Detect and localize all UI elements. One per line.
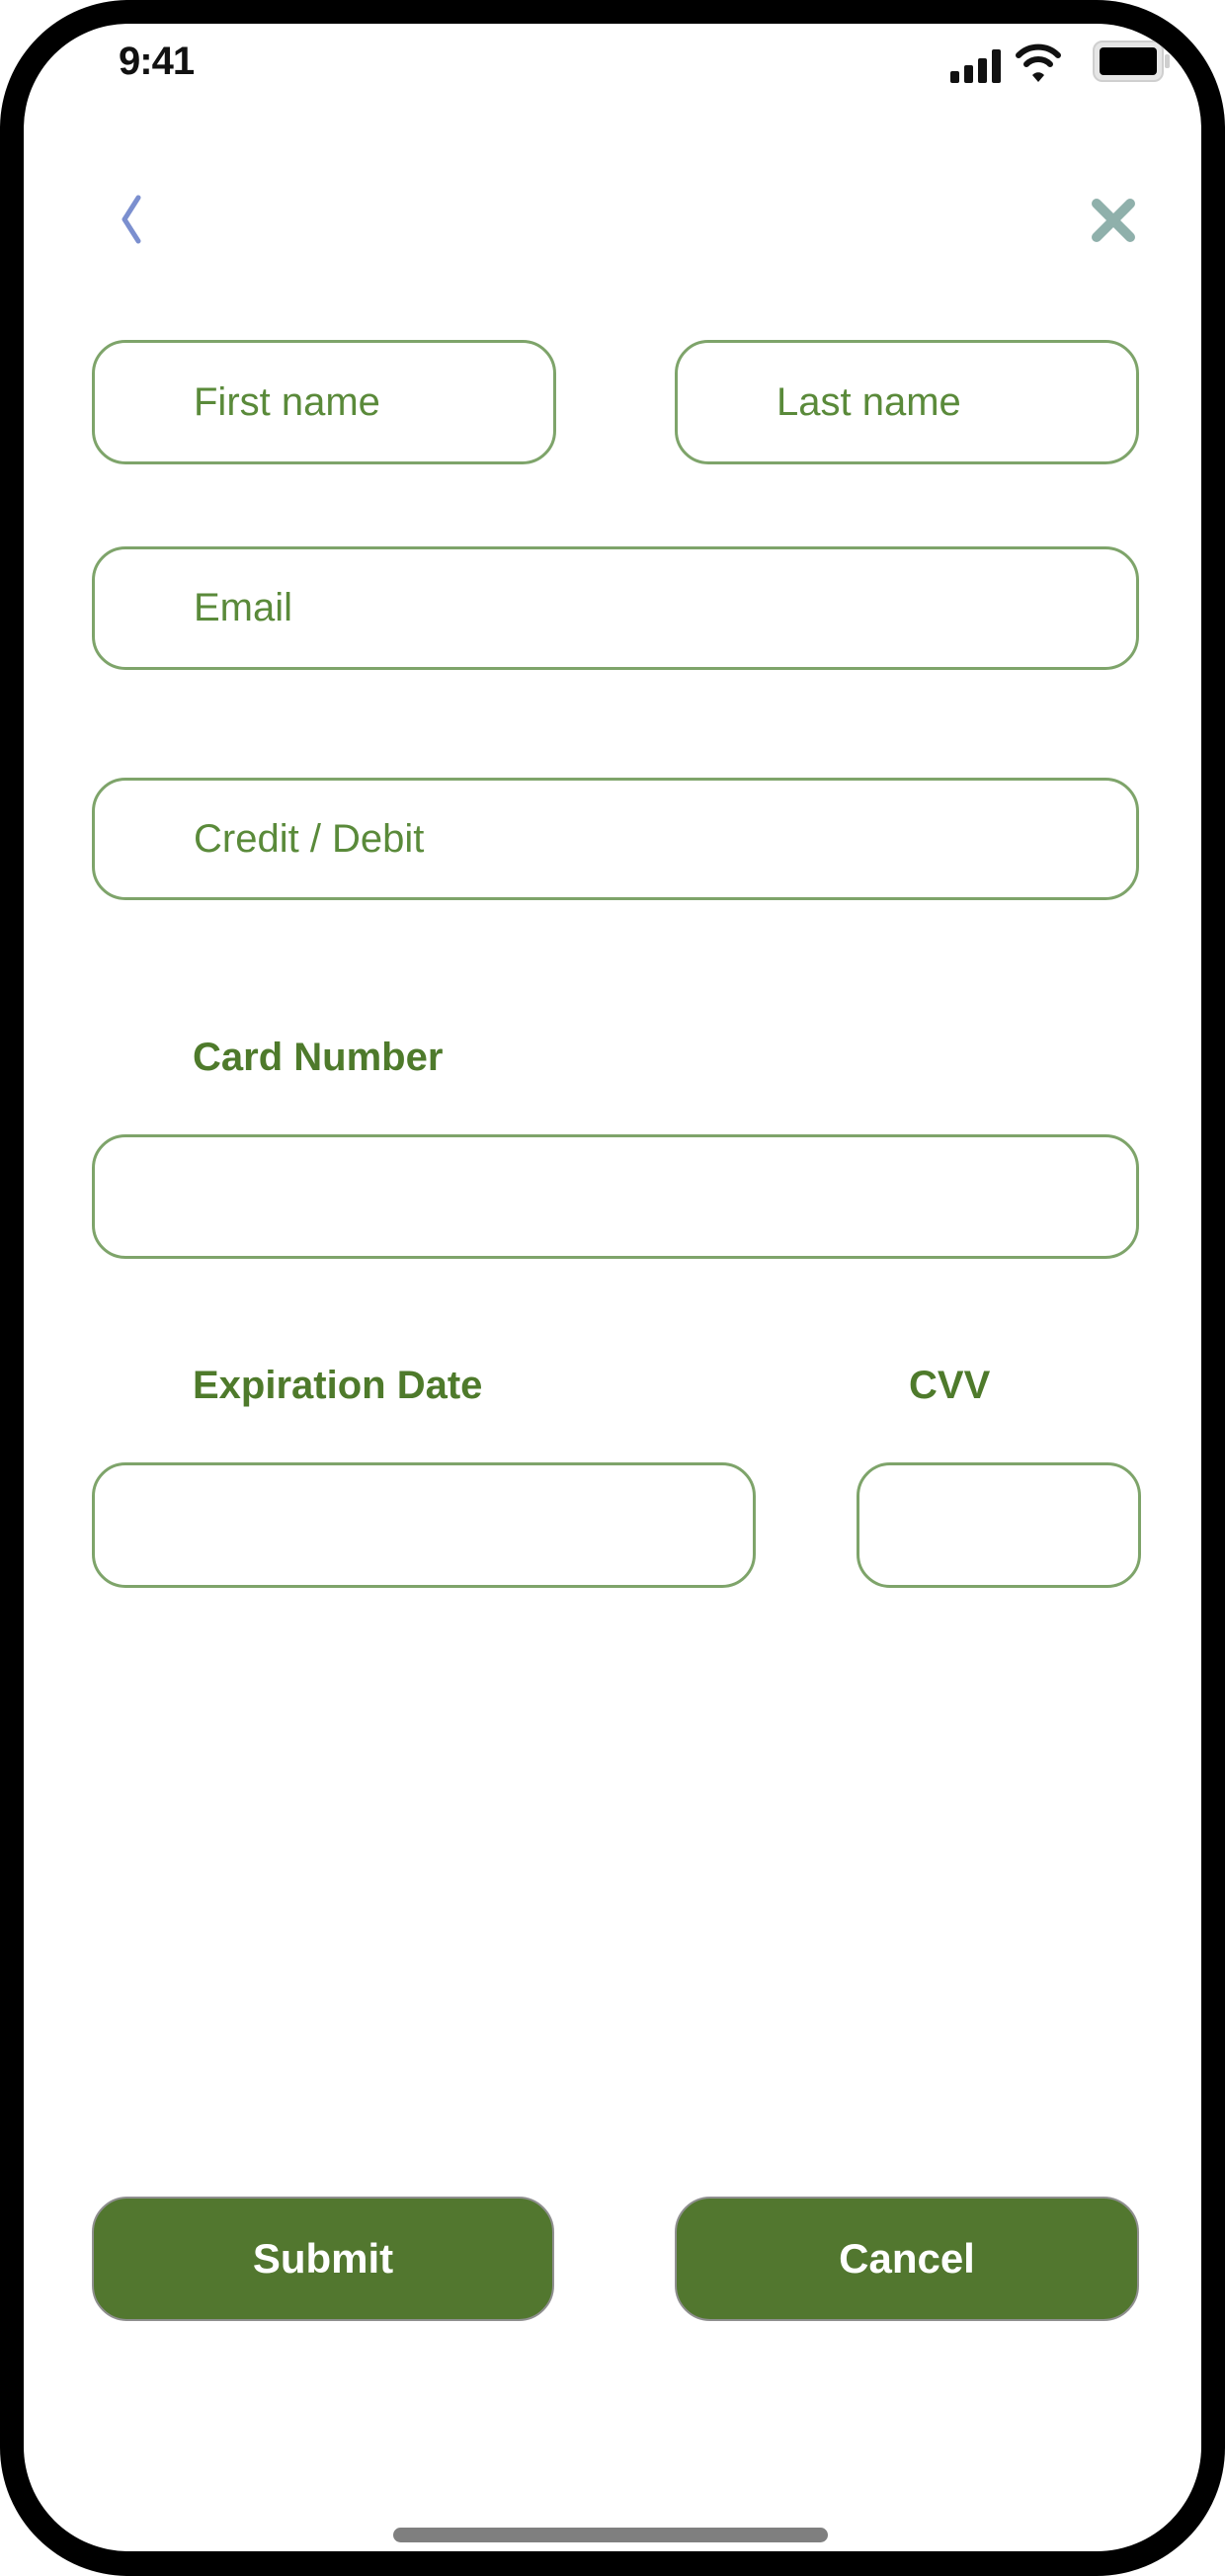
back-button[interactable]: [99, 182, 158, 261]
expiration-date-label: Expiration Date: [193, 1364, 483, 1407]
cancel-button[interactable]: Cancel: [675, 2197, 1139, 2321]
first-name-input[interactable]: First name: [92, 340, 556, 464]
home-indicator[interactable]: [393, 2528, 828, 2542]
email-placeholder: Email: [194, 586, 293, 629]
close-button[interactable]: [1075, 182, 1154, 261]
signal-icon: [950, 49, 1001, 83]
cvv-input[interactable]: [857, 1462, 1141, 1588]
screen: 9:41 First name Last name Email Credit /…: [24, 24, 1201, 2551]
chevron-left-icon: [122, 195, 141, 244]
card-number-label: Card Number: [193, 1036, 444, 1079]
submit-button[interactable]: Submit: [92, 2197, 554, 2321]
email-input[interactable]: Email: [92, 546, 1139, 670]
cvv-label: CVV: [909, 1364, 991, 1407]
wifi-icon: [1016, 43, 1061, 82]
last-name-placeholder: Last name: [776, 379, 961, 424]
payment-type-placeholder: Credit / Debit: [194, 816, 425, 861]
last-name-input[interactable]: Last name: [675, 340, 1139, 464]
battery-icon: [1093, 41, 1170, 82]
close-icon: [1092, 199, 1135, 242]
first-name-placeholder: First name: [194, 379, 380, 424]
status-time: 9:41: [119, 40, 195, 83]
card-number-input[interactable]: [92, 1134, 1139, 1259]
payment-type-input[interactable]: Credit / Debit: [92, 778, 1139, 900]
expiration-date-input[interactable]: [92, 1462, 756, 1588]
